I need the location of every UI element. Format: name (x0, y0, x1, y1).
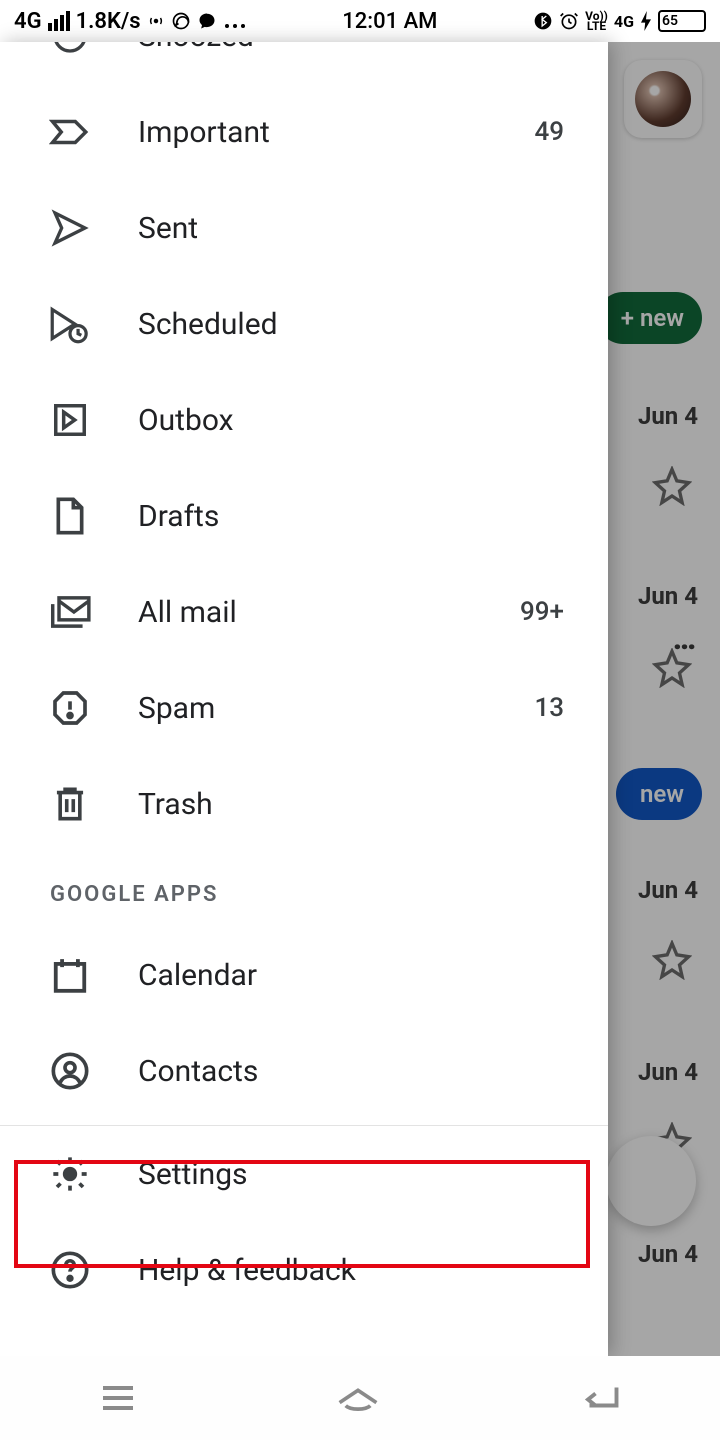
contacts-icon (48, 1049, 92, 1093)
nav-label: Drafts (138, 499, 564, 534)
recents-button[interactable] (98, 1383, 138, 1413)
nav-item-trash[interactable]: Trash (0, 756, 608, 852)
gear-icon (48, 1152, 92, 1196)
signal-icon (48, 11, 70, 31)
outbox-icon (48, 398, 92, 442)
nav-item-calendar[interactable]: Calendar (0, 927, 608, 1023)
nav-item-drafts[interactable]: Drafts (0, 468, 608, 564)
alarm-icon (559, 11, 579, 31)
bluetooth-icon (533, 11, 553, 31)
home-button[interactable] (335, 1383, 381, 1413)
spam-icon (48, 686, 92, 730)
section-header-google-apps: GOOGLE APPS (0, 852, 608, 927)
nav-count: 49 (534, 117, 564, 147)
nav-count: 99+ (520, 597, 564, 627)
battery-icon: 65 (658, 10, 706, 32)
help-icon (48, 1248, 92, 1292)
nav-item-outbox[interactable]: Outbox (0, 372, 608, 468)
nav-label: Trash (138, 787, 564, 822)
nav-label: Contacts (138, 1054, 564, 1089)
nav-item-scheduled[interactable]: Scheduled (0, 276, 608, 372)
nav-label: Spam (138, 691, 488, 726)
nav-label: Outbox (138, 403, 564, 438)
nav-item-spam[interactable]: Spam 13 (0, 660, 608, 756)
nav-item-all-mail[interactable]: All mail 99+ (0, 564, 608, 660)
scheduled-icon (48, 302, 92, 346)
nav-label: Help & feedback (138, 1253, 564, 1288)
important-icon (48, 110, 92, 154)
nav-label: Important (138, 115, 488, 150)
system-navigation-bar (0, 1356, 720, 1440)
calendar-icon (48, 953, 92, 997)
status-bar: 4G 1.8K/s 12:01 AM Vo))LTE 4G 65 (0, 0, 720, 42)
back-button[interactable] (578, 1383, 622, 1413)
drafts-icon (48, 494, 92, 538)
charging-icon (640, 11, 652, 31)
clock: 12:01 AM (342, 9, 437, 34)
hotspot-icon (147, 12, 165, 30)
nav-item-settings[interactable]: Settings (0, 1126, 608, 1222)
nav-item-snoozed[interactable]: Snoozed (0, 42, 608, 84)
clock-icon (48, 42, 92, 58)
nav-item-important[interactable]: Important 49 (0, 84, 608, 180)
whatsapp-icon (171, 11, 191, 31)
volte-icon: Vo))LTE (585, 11, 608, 31)
navigation-drawer: Snoozed Important 49 Sent Scheduled (0, 42, 608, 1356)
nav-label: Settings (138, 1157, 564, 1192)
network-type-2: 4G (614, 12, 634, 31)
network-type: 4G (14, 9, 42, 34)
chat-icon (197, 11, 217, 31)
send-icon (48, 206, 92, 250)
nav-item-sent[interactable]: Sent (0, 180, 608, 276)
nav-count: 13 (534, 693, 564, 723)
nav-label: Scheduled (138, 307, 564, 342)
nav-label: Snoozed (138, 42, 564, 54)
all-mail-icon (48, 590, 92, 634)
nav-label: Sent (138, 211, 564, 246)
nav-label: Calendar (138, 958, 564, 993)
data-speed: 1.8K/s (76, 9, 141, 34)
nav-item-help[interactable]: Help & feedback (0, 1222, 608, 1318)
nav-label: All mail (138, 595, 474, 630)
nav-item-contacts[interactable]: Contacts (0, 1023, 608, 1119)
more-notifications-icon (223, 9, 247, 34)
trash-icon (48, 782, 92, 826)
